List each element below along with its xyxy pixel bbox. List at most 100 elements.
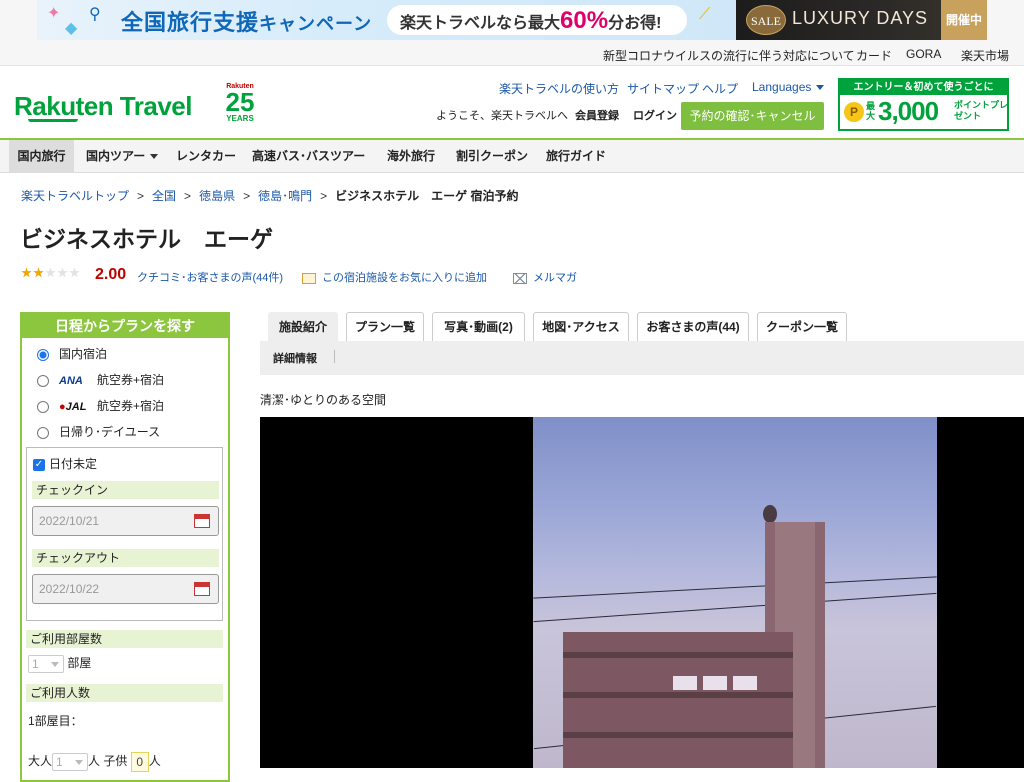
child-input[interactable]: 0 bbox=[130, 752, 149, 772]
breadcrumb: 楽天トラベルトップ > 全国 > 徳島県 > 徳島･鳴門 > ビジネスホテル エーゲ 宿泊予約 bbox=[21, 189, 519, 203]
checkin-label: チェックイン bbox=[32, 481, 219, 499]
tab-plan-list[interactable]: プラン一覧 bbox=[346, 312, 424, 341]
balcony-rail bbox=[563, 732, 793, 738]
adult-unit: 人 bbox=[88, 754, 101, 769]
checkin-input[interactable]: 2022/10/21 bbox=[32, 506, 219, 536]
breadcrumb-prefecture[interactable]: 徳島県 bbox=[199, 189, 235, 203]
tab-facility-intro[interactable]: 施設紹介 bbox=[268, 312, 338, 341]
rooms-select[interactable]: 1 bbox=[28, 654, 64, 673]
gnav-overseas[interactable]: 海外旅行 bbox=[381, 140, 441, 173]
facility-photo[interactable] bbox=[260, 417, 1024, 768]
star-icon bbox=[69, 267, 80, 278]
traveler-icon: ⚲ bbox=[89, 6, 101, 23]
site-header: Rakuten Travel Rakuten 25 YEARS 楽天トラベルの使… bbox=[0, 66, 1024, 139]
room1-label: 1部屋目： bbox=[28, 714, 83, 728]
breadcrumb-nationwide[interactable]: 全国 bbox=[152, 189, 176, 203]
confetti-icon: ✦ bbox=[47, 5, 61, 22]
building-body bbox=[563, 632, 793, 768]
gnav-rentacar[interactable]: レンタカー bbox=[170, 140, 242, 173]
calendar-icon[interactable] bbox=[194, 582, 210, 596]
chevron-down-icon bbox=[816, 85, 825, 91]
breadcrumb-top[interactable]: 楽天トラベルトップ bbox=[21, 189, 129, 203]
covid-info-link[interactable]: 新型コロナウイルスの流行に伴う対応について bbox=[603, 47, 855, 64]
sub-tab-bar: 詳細情報 bbox=[260, 341, 1024, 375]
breadcrumb-current: ビジネスホテル エーゲ 宿泊予約 bbox=[335, 189, 519, 203]
welcome-text: ようこそ、楽天トラベルへ bbox=[436, 110, 568, 122]
radio-jal[interactable] bbox=[37, 400, 49, 413]
option-jal[interactable]: ●JAL 航空券+宿泊 bbox=[37, 397, 164, 414]
help-link[interactable]: ヘルプ bbox=[702, 80, 738, 97]
top-banner: ✦ ◆ ⚲ 全国旅行支援キャンペーン 楽天トラベルなら最大60%分お得! ⟋ S… bbox=[0, 0, 1024, 40]
tab-reviews[interactable]: お客さまの声(44) bbox=[637, 312, 749, 341]
child-unit: 人 bbox=[148, 754, 161, 769]
luxury-days-banner[interactable]: SALE LUXURY DAYS 開催中 bbox=[736, 0, 987, 40]
mail-icon bbox=[513, 272, 527, 284]
rating-score: 2.00 bbox=[95, 266, 127, 283]
radio-dayuse[interactable] bbox=[37, 426, 49, 439]
adult-label: 大人 bbox=[28, 754, 53, 769]
option-domestic[interactable]: 国内宿泊 bbox=[37, 345, 107, 362]
card-link[interactable]: カード bbox=[856, 47, 892, 64]
star-icon bbox=[57, 267, 68, 278]
ana-logo: ANA bbox=[59, 374, 83, 387]
member-register-link[interactable]: 会員登録 bbox=[575, 107, 619, 123]
subtab-details[interactable]: 詳細情報 bbox=[273, 350, 317, 366]
caret-down-icon bbox=[150, 154, 159, 160]
favorite-icon bbox=[302, 272, 316, 284]
global-nav: 国内旅行 国内ツアー レンタカー 高速バス･バスツアー 海外旅行 割引クーポン … bbox=[0, 138, 1024, 173]
promo-highlight: 60% bbox=[560, 7, 609, 34]
child-label: 子供 bbox=[103, 754, 128, 769]
adult-select[interactable]: 1 bbox=[52, 753, 89, 771]
page-title: ビジネスホテル エーゲ bbox=[20, 226, 273, 252]
option-dayuse[interactable]: 日帰り･デイユース bbox=[37, 423, 160, 440]
campaign-suffix: キャンペーン bbox=[259, 14, 373, 34]
guests-row: 大人 1 人 子供 0人 bbox=[28, 752, 161, 772]
gora-link[interactable]: GORA bbox=[906, 47, 941, 61]
star-icon bbox=[21, 267, 32, 278]
rooms-unit: 部屋 bbox=[67, 656, 92, 670]
review-link[interactable]: クチコミ･お客さまの声(44件) bbox=[137, 269, 283, 285]
balcony-rail bbox=[563, 692, 793, 698]
tab-map[interactable]: 地図･アクセス bbox=[533, 312, 629, 341]
gnav-domestic[interactable]: 国内旅行 bbox=[9, 140, 74, 173]
languages-dropdown[interactable]: Languages bbox=[752, 80, 825, 94]
checkbox-checked-icon: ✓ bbox=[33, 458, 45, 471]
how-to-use-link[interactable]: 楽天トラベルの使い方 bbox=[499, 80, 619, 97]
gnav-guide[interactable]: 旅行ガイド bbox=[540, 140, 612, 173]
radio-domestic[interactable] bbox=[37, 348, 49, 361]
mailmag-label: メルマガ bbox=[533, 272, 577, 284]
reservation-check-button[interactable]: 予約の確認･キャンセル bbox=[681, 102, 824, 130]
travel-support-campaign-banner[interactable]: ✦ ◆ ⚲ 全国旅行支援キャンペーン 楽天トラベルなら最大60%分お得! ⟋ bbox=[37, 0, 736, 40]
gnav-coupon[interactable]: 割引クーポン bbox=[450, 140, 534, 173]
option-ana[interactable]: ANA 航空券+宿泊 bbox=[37, 371, 164, 388]
gnav-bus[interactable]: 高速バス･バスツアー bbox=[246, 140, 371, 173]
favorite-label: この宿泊施設をお気に入りに追加 bbox=[322, 272, 487, 284]
sitemap-link[interactable]: サイトマップ bbox=[627, 80, 699, 97]
anniversary-25-logo: Rakuten 25 YEARS bbox=[222, 83, 258, 127]
tab-photos[interactable]: 写真･動画(2) bbox=[432, 312, 525, 341]
guests-label: ご利用人数 bbox=[26, 684, 223, 702]
balcony-rail bbox=[563, 652, 793, 658]
calendar-icon[interactable] bbox=[194, 514, 210, 528]
luxury-days-title: LUXURY DAYS bbox=[792, 8, 929, 28]
points-promo-banner[interactable]: エントリー＆初めて使うごとに P 最大 3,000 ポイントプレゼント bbox=[838, 78, 1009, 131]
option-label: 日帰り･デイユース bbox=[59, 425, 161, 439]
point-coin-icon: P bbox=[844, 102, 864, 122]
login-link[interactable]: ログイン bbox=[633, 107, 677, 123]
jal-logo: ●JAL bbox=[59, 401, 97, 413]
radio-ana[interactable] bbox=[37, 374, 49, 387]
window bbox=[733, 676, 757, 690]
date-undecided-checkbox[interactable]: ✓ 日付未定 bbox=[33, 455, 97, 472]
anniv-years: YEARS bbox=[226, 114, 254, 123]
ichiba-link[interactable]: 楽天市場 bbox=[961, 47, 1009, 64]
gnav-domestic-tour[interactable]: 国内ツアー bbox=[80, 140, 164, 173]
confetti-icon: ◆ bbox=[65, 20, 78, 37]
mailmag-link[interactable]: メルマガ bbox=[513, 269, 577, 285]
rakuten-travel-logo[interactable]: Rakuten Travel bbox=[14, 91, 192, 122]
favorite-link[interactable]: この宿泊施設をお気に入りに追加 bbox=[302, 269, 487, 285]
tab-coupons[interactable]: クーポン一覧 bbox=[757, 312, 847, 341]
breadcrumb-area[interactable]: 徳島･鳴門 bbox=[258, 189, 312, 203]
option-label: 航空券+宿泊 bbox=[97, 399, 165, 413]
checkout-input[interactable]: 2022/10/22 bbox=[32, 574, 219, 604]
rooms-label: ご利用部屋数 bbox=[26, 630, 223, 648]
